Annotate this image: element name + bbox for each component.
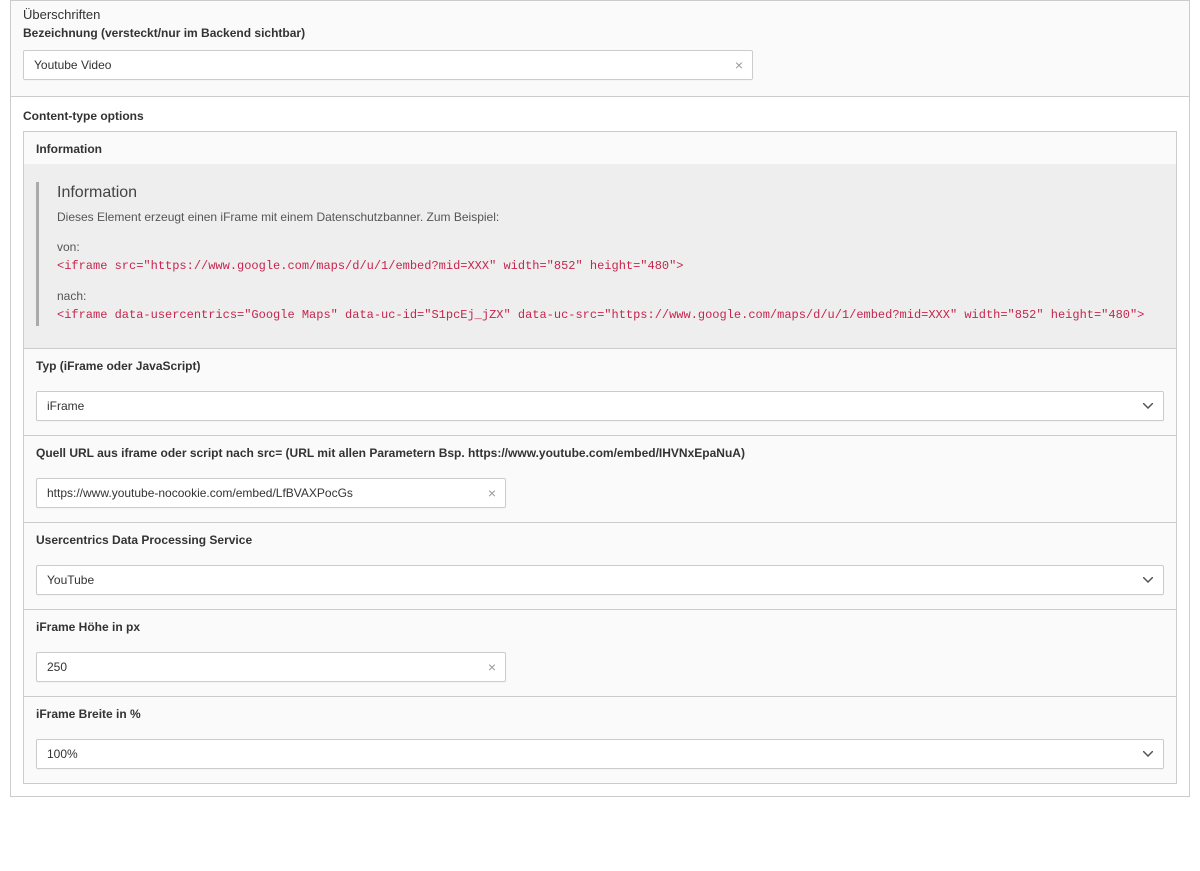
iframe-height-label: iFrame Höhe in px (24, 610, 1176, 642)
dps-section: Usercentrics Data Processing Service You… (24, 523, 1176, 610)
information-heading: Information (57, 184, 1164, 202)
close-icon[interactable]: × (479, 479, 505, 507)
iframe-height-input[interactable] (37, 653, 479, 681)
information-box: Information Dieses Element erzeugt einen… (24, 164, 1176, 348)
form-panel: Überschriften Bezeichnung (versteckt/nur… (10, 0, 1190, 797)
dps-select-wrap: YouTube (36, 565, 1164, 595)
source-url-input-group: × (36, 478, 506, 508)
close-icon[interactable]: × (479, 653, 505, 681)
information-description: Dieses Element erzeugt einen iFrame mit … (57, 208, 1164, 226)
content-options-panel: Information Information Dieses Element e… (23, 131, 1177, 784)
information-section: Information Information Dieses Element e… (24, 132, 1176, 349)
label-bezeichnung: Bezeichnung (versteckt/nur im Backend si… (11, 26, 1189, 42)
type-section: Typ (iFrame oder JavaScript) iFrame (24, 349, 1176, 436)
information-from-label: von: (57, 240, 1164, 254)
source-url-label: Quell URL aus iframe oder script nach sr… (24, 436, 1176, 468)
information-to-code: <iframe data-usercentrics="Google Maps" … (57, 307, 1164, 324)
content-type-options: Content-type options Information Informa… (11, 97, 1189, 796)
iframe-height-section: iFrame Höhe in px × (24, 610, 1176, 697)
iframe-width-section: iFrame Breite in % 100% (24, 697, 1176, 783)
iframe-width-label: iFrame Breite in % (24, 697, 1176, 729)
headings-section-title: Überschriften (11, 1, 1189, 26)
headings-section: Überschriften Bezeichnung (versteckt/nur… (11, 1, 1189, 97)
type-select-wrap: iFrame (36, 391, 1164, 421)
dps-select[interactable]: YouTube (37, 566, 1163, 594)
source-url-input[interactable] (37, 479, 479, 507)
source-url-section: Quell URL aus iframe oder script nach sr… (24, 436, 1176, 523)
close-icon[interactable]: × (726, 51, 752, 79)
bezeichnung-input[interactable] (24, 51, 726, 79)
type-label: Typ (iFrame oder JavaScript) (24, 349, 1176, 381)
iframe-height-input-group: × (36, 652, 506, 682)
iframe-width-select[interactable]: 100% (37, 740, 1163, 768)
information-label: Information (24, 132, 1176, 164)
dps-label: Usercentrics Data Processing Service (24, 523, 1176, 555)
information-to-label: nach: (57, 289, 1164, 303)
bezeichnung-input-group: × (23, 50, 753, 80)
information-from-code: <iframe src="https://www.google.com/maps… (57, 258, 1164, 275)
type-select[interactable]: iFrame (37, 392, 1163, 420)
content-type-options-title: Content-type options (23, 109, 1177, 131)
iframe-width-select-wrap: 100% (36, 739, 1164, 769)
